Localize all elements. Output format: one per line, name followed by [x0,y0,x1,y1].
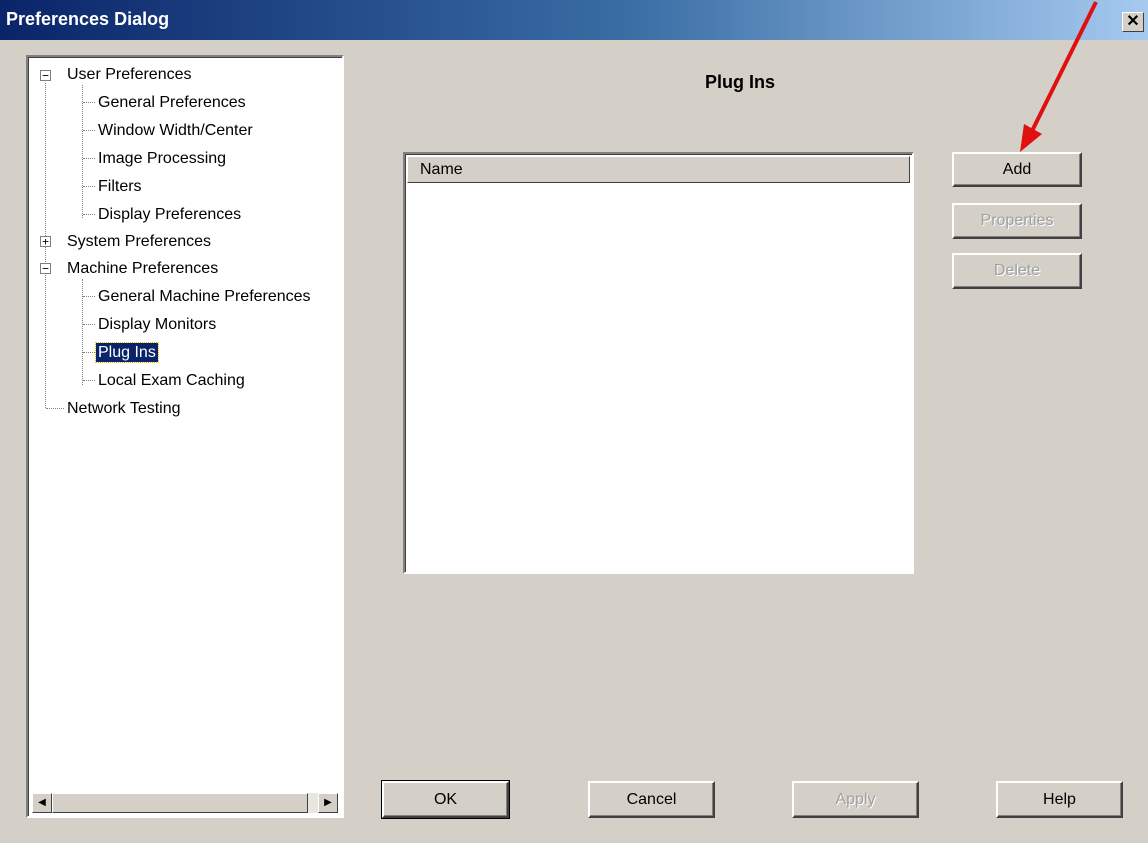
annotation-arrow-icon [1020,1,1098,152]
preferences-dialog: Preferences Dialog ✕ − + − User Preferen… [0,0,1148,843]
